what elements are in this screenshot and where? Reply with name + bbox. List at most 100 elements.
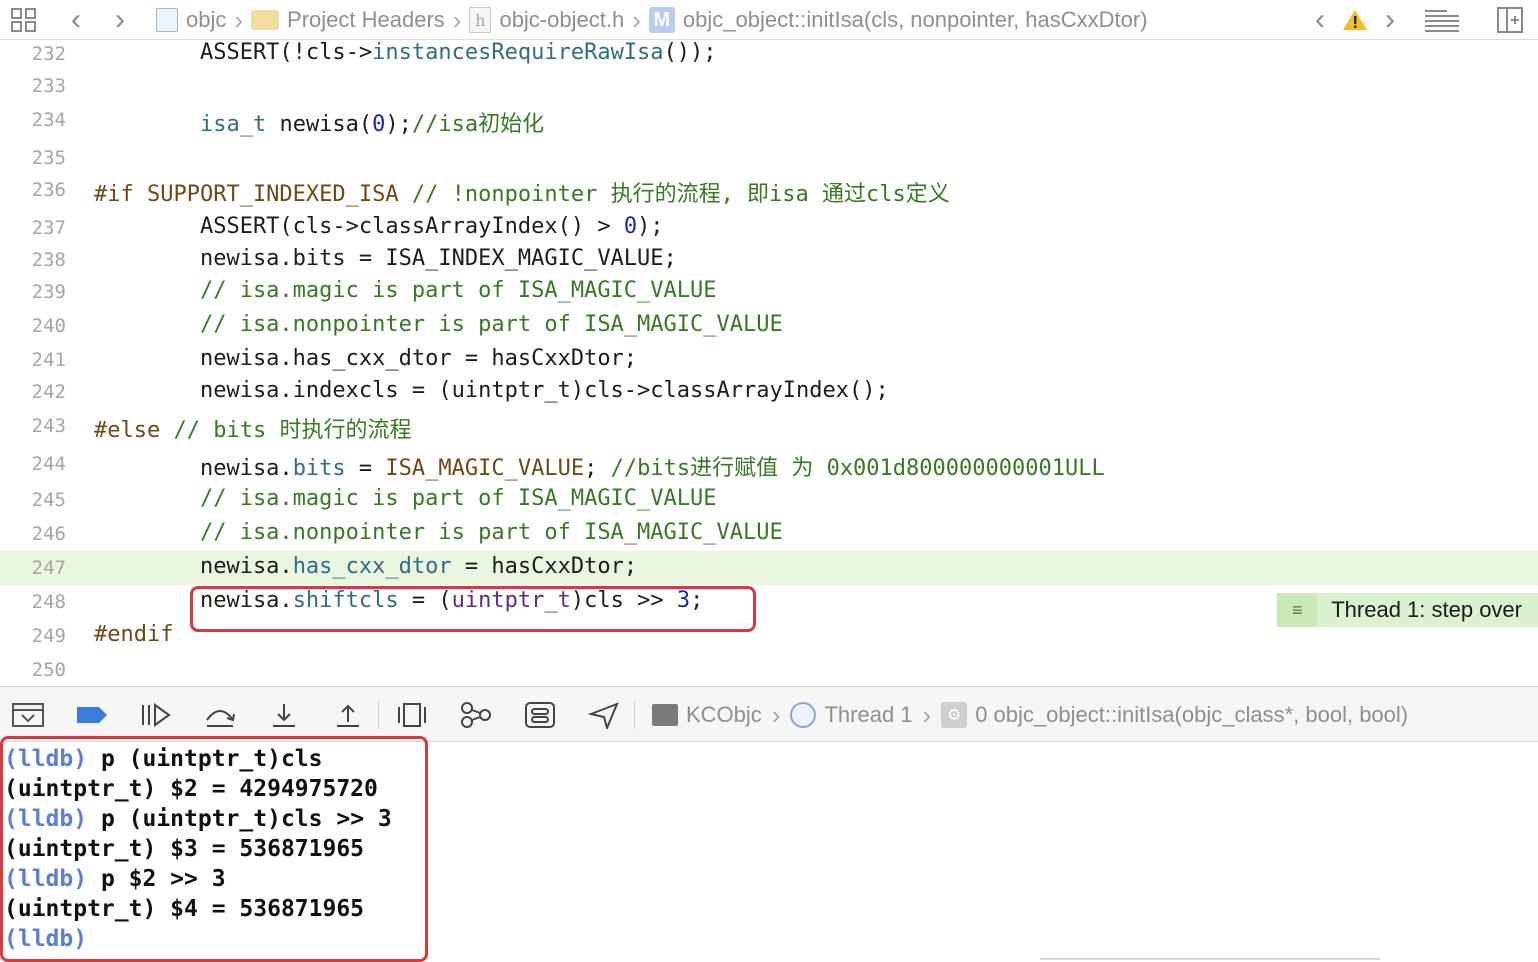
project-icon [156,8,178,32]
code-line[interactable]: 239 // isa.magic is part of ISA_MAGIC_VA… [0,275,1538,309]
line-number[interactable]: 233 [0,75,66,97]
toolbar-divider [634,701,635,729]
code-line[interactable]: 241 newisa.has_cxx_dtor = hasCxxDtor; [0,343,1538,377]
code-token: = ( [398,588,452,613]
add-editor-split-icon[interactable] [1490,0,1530,40]
frame-label[interactable]: 0 objc_object::initIsa(objc_class*, bool… [975,702,1408,728]
line-number[interactable]: 249 [0,625,66,647]
step-out-icon[interactable] [328,687,368,743]
line-number[interactable]: 238 [0,249,66,271]
code-text: newisa.has_cxx_dtor = hasCxxDtor; [94,346,637,371]
forward-icon[interactable]: › [106,0,134,40]
code-token: newisa. [94,554,293,579]
line-number[interactable]: 237 [0,217,66,239]
chevron-right-icon: › [771,699,781,730]
line-number[interactable]: 242 [0,381,66,403]
line-number[interactable]: 240 [0,315,66,337]
line-number[interactable]: 241 [0,349,66,371]
related-items-grid-icon[interactable] [8,0,40,40]
code-text: #endif [94,622,173,647]
jump-bar: ‹ › objc › Project Headers › h objc-obje… [0,0,1538,40]
code-token: isa_t [199,112,267,137]
back-icon[interactable]: ‹ [62,0,90,40]
thread-label[interactable]: Thread 1 [824,702,912,728]
code-line[interactable]: 245 // isa.magic is part of ISA_MAGIC_VA… [0,483,1538,517]
code-token: ); [637,214,664,239]
code-line[interactable]: 238 newisa.bits = ISA_INDEX_MAGIC_VALUE; [0,243,1538,277]
breadcrumb-project[interactable]: objc [156,7,226,33]
code-token: bits [292,456,346,481]
code-token: instancesRequireRawIsa [372,40,664,65]
code-line[interactable]: 242 newisa.indexcls = (uintptr_t)cls->cl… [0,375,1538,409]
breakpoints-toggle-icon[interactable] [72,687,112,743]
code-token: newisa.bits = ISA_INDEX_MAGIC_VALUE; [94,246,677,271]
debug-view-hierarchy-icon[interactable] [392,687,432,743]
code-token: newisa. [94,456,293,481]
thread-badge-icon: ≡ [1277,593,1318,627]
previous-issue-icon[interactable]: ‹ [1306,0,1334,40]
warning-icon[interactable] [1340,0,1370,40]
code-line[interactable]: 243 #else // bits 时执行的流程 [0,409,1538,443]
line-number[interactable]: 246 [0,523,66,545]
code-token: ()); [663,40,717,65]
code-line[interactable]: 246 // isa.nonpointer is part of ISA_MAG… [0,517,1538,551]
code-token: ; [690,588,704,613]
code-line[interactable]: 233 [0,69,1538,103]
breadcrumb-method[interactable]: M objc_object::initIsa(cls, nonpointer, … [648,7,1148,33]
line-number[interactable]: 248 [0,591,66,613]
line-number[interactable]: 244 [0,453,66,475]
code-line[interactable]: 234 isa_t newisa(0);//isa初始化 [0,103,1538,137]
toolbar-divider [378,701,379,729]
line-number[interactable]: 232 [0,43,66,65]
code-line[interactable]: 244 newisa.bits = ISA_MAGIC_VALUE; //bit… [0,447,1538,481]
debug-bar: KCObjc › Thread 1 › ⚙ 0 objc_object::ini… [0,686,1538,742]
code-token: ); [385,112,412,137]
code-token: has_cxx_dtor [292,554,452,579]
code-text: // isa.nonpointer is part of ISA_MAGIC_V… [94,312,783,337]
code-line[interactable]: 240 // isa.nonpointer is part of ISA_MAG… [0,309,1538,343]
hide-debug-area-icon[interactable] [8,687,48,743]
line-number[interactable]: 247 [0,557,66,579]
method-icon: M [648,7,675,33]
folder-icon [251,10,280,30]
step-into-icon[interactable] [264,687,304,743]
code-token: )cls >> [570,588,677,613]
code-token: //bits进行赋值 为 0x001d800000000001ULL [610,456,1105,481]
code-token: uintptr_t [451,588,571,613]
line-number[interactable]: 236 [0,179,66,201]
code-token: shiftcls [292,588,399,613]
memory-graph-icon[interactable] [456,687,496,743]
line-number[interactable]: 234 [0,109,66,131]
code-token: = [345,456,386,481]
line-number[interactable]: 243 [0,415,66,437]
code-line[interactable]: 237 ASSERT(cls->classArrayIndex() > 0); [0,211,1538,245]
next-issue-icon[interactable]: › [1376,0,1404,40]
code-line[interactable]: 247 newisa.has_cxx_dtor = hasCxxDtor; [0,551,1538,585]
code-line[interactable]: 235 [0,141,1538,175]
header-file-icon: h [469,7,492,33]
editor-options-icon[interactable] [1420,0,1464,40]
line-number[interactable]: 250 [0,659,66,681]
code-line[interactable]: 250 [0,653,1538,686]
code-text: newisa.bits = ISA_MAGIC_VALUE; //bits进行赋… [94,450,1105,482]
code-text: newisa.shiftcls = (uintptr_t)cls >> 3; [94,588,703,613]
code-line[interactable]: 236 #if SUPPORT_INDEXED_ISA // !nonpointe… [0,173,1538,207]
chevron-right-icon: › [234,4,244,35]
process-label[interactable]: KCObjc [686,702,762,728]
source-editor[interactable]: 232 ASSERT(!cls->instancesRequireRawIsa(… [0,40,1538,686]
code-line[interactable]: 232 ASSERT(!cls->instancesRequireRawIsa(… [0,40,1538,71]
breadcrumb-group[interactable]: Project Headers [251,7,445,33]
code-token: ; [584,456,611,481]
line-number[interactable]: 235 [0,147,66,169]
environment-overrides-icon[interactable] [520,687,560,743]
line-number[interactable]: 239 [0,281,66,303]
simulate-location-icon[interactable] [584,687,624,743]
thread-badge-label: Thread 1: step over [1331,597,1522,622]
line-number[interactable]: 245 [0,489,66,511]
thread-status-badge[interactable]: ≡ Thread 1: step over [1277,593,1538,627]
continue-icon[interactable] [136,687,176,743]
code-token: #else [94,418,174,443]
step-over-icon[interactable] [200,687,240,743]
breadcrumb-file[interactable]: h objc-object.h [469,7,624,33]
